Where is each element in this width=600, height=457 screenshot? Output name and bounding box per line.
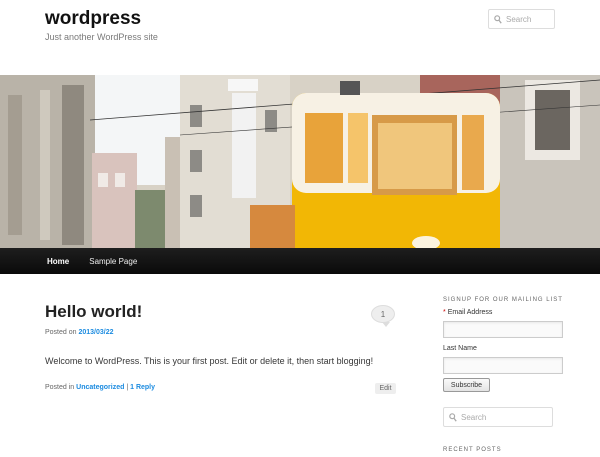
recent-posts-heading: Recent Posts — [443, 447, 502, 453]
comment-count-bubble[interactable]: 1 — [371, 305, 395, 327]
search-icon — [449, 412, 457, 422]
required-mark: * — [443, 309, 446, 316]
main-navigation: Home Sample Page — [0, 248, 600, 274]
subscribe-button[interactable]: Subscribe — [443, 378, 490, 392]
post-meta: Posted on 2013/03/22 — [45, 329, 114, 336]
sidebar-search-input[interactable]: Search — [443, 407, 553, 427]
nav-item-sample-page[interactable]: Sample Page — [89, 257, 137, 266]
sidebar-search-placeholder: Search — [461, 412, 487, 422]
header-search-placeholder: Search — [506, 14, 532, 24]
post-date-link[interactable]: 2013/03/22 — [78, 329, 113, 336]
post-title[interactable]: Hello world! — [45, 302, 142, 322]
site-description: Just another WordPress site — [45, 32, 158, 42]
email-label: * Email Address — [443, 309, 492, 316]
posted-on-label: Posted on — [45, 329, 77, 336]
search-icon — [494, 14, 502, 24]
header-search-input[interactable]: Search — [488, 9, 555, 29]
last-name-field[interactable] — [443, 357, 563, 374]
post-content: Welcome to WordPress. This is your first… — [45, 356, 374, 366]
email-label-text: Email Address — [447, 309, 493, 316]
mailing-list-heading: Signup for our mailing list — [443, 297, 563, 303]
header-banner-image — [0, 75, 600, 249]
email-field[interactable] — [443, 321, 563, 338]
post-footer-meta: Posted in Uncategorized | 1 Reply — [45, 384, 155, 391]
nav-item-home[interactable]: Home — [47, 257, 69, 266]
meta-separator: | — [126, 384, 129, 391]
edit-post-button[interactable]: Edit — [375, 383, 396, 394]
last-name-label: Last Name — [443, 345, 477, 352]
category-link[interactable]: Uncategorized — [76, 384, 124, 391]
posted-in-label: Posted in — [45, 384, 75, 391]
reply-link[interactable]: 1 Reply — [130, 384, 155, 391]
site-title[interactable]: wordpress — [45, 8, 141, 30]
